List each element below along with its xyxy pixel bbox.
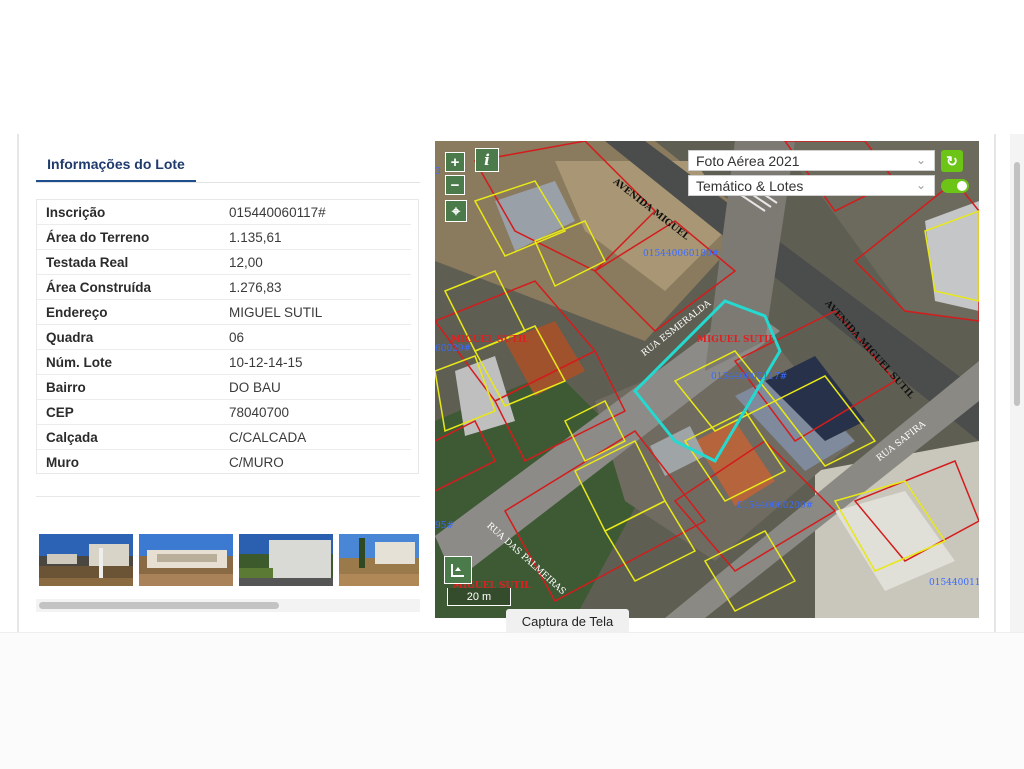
table-row: Inscrição 015440060117# — [37, 200, 411, 225]
row-label: Quadra — [46, 329, 94, 345]
lot-label: 3 — [435, 167, 441, 177]
lot-label: 015440060117# — [711, 372, 788, 382]
lot-label: 95# — [435, 521, 454, 531]
row-value: 1.276,83 — [229, 279, 282, 295]
lot-photo-thumbnail[interactable] — [339, 534, 419, 586]
row-label: Área Construída — [46, 279, 152, 295]
base-layer-value: Foto Aérea 2021 — [696, 152, 800, 169]
row-label: Muro — [46, 455, 79, 470]
screenshot-button[interactable] — [444, 556, 472, 584]
lot-label: 015440011 — [929, 578, 979, 588]
tab-informacoes-do-lote[interactable]: Informações do Lote — [36, 148, 196, 182]
chevron-down-icon: ⌄ — [915, 178, 926, 192]
page-scrollbar[interactable] — [1010, 134, 1024, 632]
table-row: Área do Terreno 1.135,61 — [37, 225, 411, 250]
address-label: MIGUEL SUTIL — [697, 335, 775, 345]
theme-layer-value: Temático & Lotes — [696, 177, 804, 194]
row-value: 78040700 — [229, 404, 290, 420]
lot-photo-thumbnail[interactable] — [39, 534, 133, 586]
zoom-in-button[interactable]: + — [445, 152, 465, 172]
section-divider — [36, 496, 420, 497]
row-label: CEP — [46, 404, 74, 420]
info-button[interactable]: i — [475, 148, 499, 172]
row-label: Testada Real — [46, 254, 129, 270]
card-border-left — [17, 134, 19, 632]
row-label: Bairro — [46, 379, 86, 395]
gallery-scrollbar-thumb[interactable] — [39, 602, 279, 609]
row-value: 015440060117# — [229, 204, 326, 220]
table-row: Endereço MIGUEL SUTIL — [37, 300, 411, 325]
lot-label: 60029# — [435, 344, 472, 354]
table-row: Calçada C/CALCADA — [37, 425, 411, 450]
row-value: MIGUEL SUTIL — [229, 304, 323, 320]
row-value: 10-12-14-15 — [229, 354, 303, 370]
lot-info-table: Inscrição 015440060117# Área do Terreno 1.… — [36, 199, 419, 474]
screenshot-tooltip: Captura de Tela — [506, 609, 629, 633]
table-row: Testada Real 12,00 — [37, 250, 411, 275]
lot-label: 015440060200# — [737, 501, 814, 511]
theme-layer-select[interactable]: Temático & Lotes ⌄ — [688, 175, 935, 196]
map-scale-bar: 20 m — [447, 588, 511, 606]
map-view[interactable]: 015440060180# 015440060117# 015440060200… — [435, 141, 979, 618]
lot-photo-thumbnail[interactable] — [139, 534, 233, 586]
row-label: Endereço — [46, 304, 108, 320]
refresh-button[interactable]: ↻ — [941, 150, 963, 172]
row-label: Calçada — [46, 429, 98, 445]
layer-toggle[interactable] — [941, 179, 969, 193]
screenshot-icon — [451, 564, 464, 577]
row-value: 06 — [229, 329, 245, 345]
bottom-area — [0, 632, 1024, 769]
table-row: Núm. Lote 10-12-14-15 — [37, 350, 411, 375]
table-row: CEP 78040700 — [37, 400, 411, 425]
row-value: C/MURO — [229, 455, 284, 470]
row-label: Núm. Lote — [46, 354, 112, 370]
table-row: Muro C/MURO — [37, 450, 411, 475]
row-label: Inscrição — [46, 204, 106, 220]
table-row: Quadra 06 — [37, 325, 411, 350]
row-value: C/CALCADA — [229, 429, 307, 445]
chevron-down-icon: ⌄ — [915, 153, 926, 167]
gallery-scrollbar[interactable] — [36, 599, 420, 612]
row-value: 12,00 — [229, 254, 263, 270]
row-label: Área do Terreno — [46, 229, 150, 245]
top-blank-area — [0, 0, 1024, 134]
table-row: Bairro DO BAU — [37, 375, 411, 400]
toggle-knob — [957, 181, 967, 191]
photo-gallery — [39, 534, 419, 586]
tab-divider — [36, 182, 420, 183]
card-border-right — [994, 134, 996, 632]
base-layer-select[interactable]: Foto Aérea 2021 ⌄ — [688, 150, 935, 171]
lot-photo-thumbnail[interactable] — [239, 534, 333, 586]
row-value: DO BAU — [229, 379, 281, 395]
zoom-out-button[interactable]: − — [445, 175, 465, 195]
page-scrollbar-thumb[interactable] — [1014, 162, 1020, 406]
address-label: MIGUEL SUTIL — [451, 335, 529, 345]
locate-icon[interactable]: ⌖ — [445, 200, 467, 222]
table-row: Área Construída 1.276,83 — [37, 275, 411, 300]
row-value: 1.135,61 — [229, 229, 282, 245]
lot-label: 015440060180# — [643, 249, 720, 259]
